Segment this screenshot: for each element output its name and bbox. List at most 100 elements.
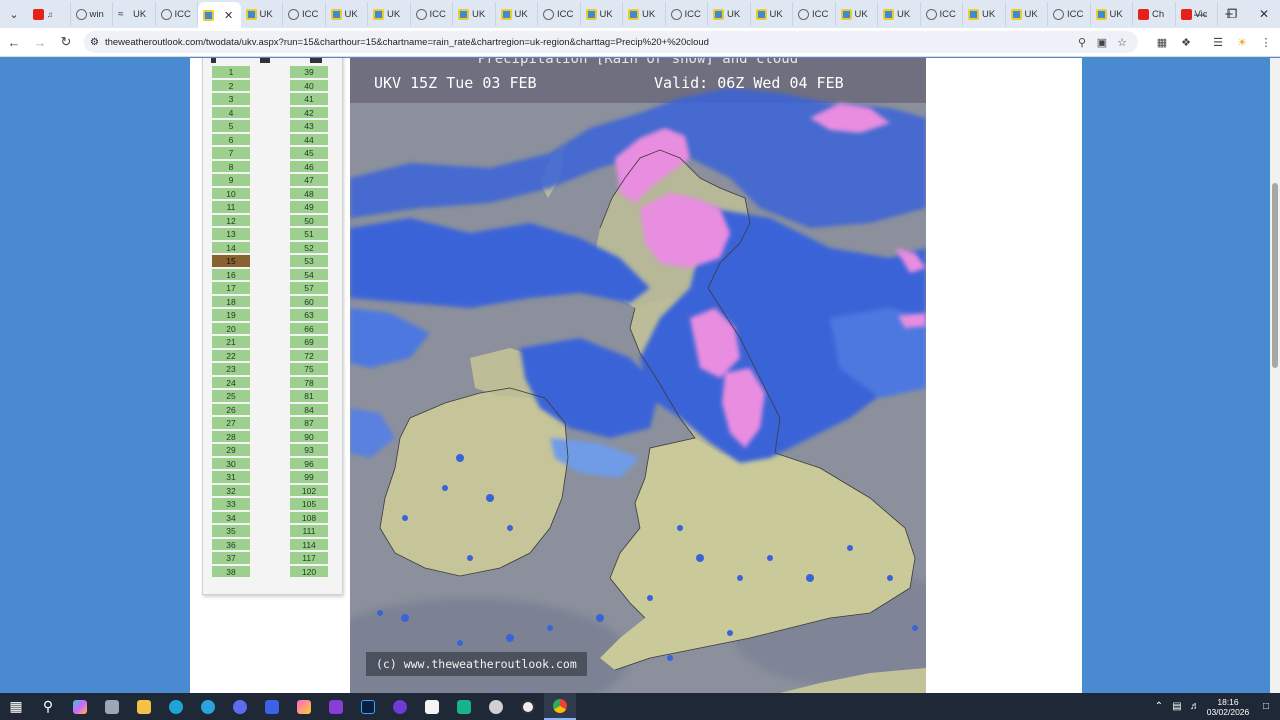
hour-link[interactable]: 32 <box>211 483 251 497</box>
browser-tab[interactable]: ICC <box>921 2 963 26</box>
back-button[interactable]: ← <box>2 30 26 54</box>
browser-tab[interactable]: ICC <box>793 2 836 26</box>
tab-search-chevron-icon[interactable]: ⌄ <box>0 0 28 28</box>
clipchamp-icon[interactable] <box>320 693 352 720</box>
hour-link[interactable]: 11 <box>211 200 251 214</box>
hour-link[interactable]: 44 <box>289 132 329 146</box>
browser-tab[interactable]: ICC <box>411 2 453 26</box>
hour-link[interactable]: 33 <box>211 497 251 511</box>
telegram-icon[interactable] <box>192 693 224 720</box>
hour-link[interactable]: 51 <box>289 227 329 241</box>
browser-tab[interactable]: UK <box>751 2 793 26</box>
browser-tab[interactable]: ≈ UK <box>113 2 156 26</box>
hour-link[interactable]: 46 <box>289 159 329 173</box>
install-app-icon[interactable]: ▣ <box>1092 36 1112 49</box>
hour-link[interactable]: 81 <box>289 389 329 403</box>
hour-link[interactable]: 72 <box>289 348 329 362</box>
hour-link[interactable]: 47 <box>289 173 329 187</box>
hour-link[interactable]: 24 <box>211 375 251 389</box>
hour-link[interactable]: 43 <box>289 119 329 133</box>
hour-link[interactable]: 96 <box>289 456 329 470</box>
hour-link[interactable]: 117 <box>289 551 329 565</box>
hour-link[interactable]: 120 <box>289 564 329 578</box>
hour-link[interactable]: 36 <box>211 537 251 551</box>
chevron-up-icon[interactable]: ⌃ <box>1150 701 1168 712</box>
browser-tab[interactable]: Ch <box>1133 2 1176 26</box>
network-icon[interactable]: ▤ <box>1168 701 1186 712</box>
start-windows-icon[interactable]: ▦ <box>0 693 32 720</box>
hour-link[interactable]: 5 <box>211 119 251 133</box>
photos-icon[interactable] <box>288 693 320 720</box>
weather-app-icon[interactable] <box>480 693 512 720</box>
search-icon[interactable]: ⚲ <box>32 693 64 720</box>
malwarebytes-icon[interactable] <box>256 693 288 720</box>
hour-link[interactable]: 40 <box>289 78 329 92</box>
camera-app-icon[interactable] <box>448 693 480 720</box>
hour-link[interactable]: 19 <box>211 308 251 322</box>
hour-link[interactable]: 105 <box>289 497 329 511</box>
hour-link[interactable]: 31 <box>211 470 251 484</box>
hour-link[interactable]: 10 <box>211 186 251 200</box>
hour-link[interactable]: 2 <box>211 78 251 92</box>
browser-tab[interactable]: UK <box>878 2 921 26</box>
hour-link[interactable]: 78 <box>289 375 329 389</box>
hour-link[interactable]: 53 <box>289 254 329 268</box>
hour-link[interactable]: 7 <box>211 146 251 160</box>
zoom-icon[interactable]: ⚲ <box>1072 36 1092 49</box>
notification-icon[interactable]: □ <box>1252 701 1280 712</box>
hour-link[interactable]: 111 <box>289 524 329 538</box>
hour-link[interactable]: 37 <box>211 551 251 565</box>
hour-link[interactable]: 102 <box>289 483 329 497</box>
restore-button[interactable]: ❐ <box>1216 0 1248 28</box>
chrome-icon[interactable] <box>544 693 576 720</box>
browser-tab[interactable]: UK <box>1006 2 1048 26</box>
browser-tab[interactable]: UK <box>326 2 368 26</box>
photoshop-icon[interactable] <box>352 693 384 720</box>
volume-icon[interactable]: ♬ <box>1186 701 1204 712</box>
hour-link[interactable]: 25 <box>211 389 251 403</box>
browser-tab[interactable]: UK <box>241 2 283 26</box>
browser-tab[interactable]: ICC <box>538 2 581 26</box>
hour-link[interactable]: 3 <box>211 92 251 106</box>
hour-link[interactable]: 52 <box>289 240 329 254</box>
hour-link[interactable]: 75 <box>289 362 329 376</box>
hour-link[interactable]: 84 <box>289 402 329 416</box>
page-scrollbar[interactable] <box>1270 58 1280 693</box>
browser-tab[interactable]: UK <box>836 2 878 26</box>
hour-link[interactable]: 50 <box>289 213 329 227</box>
browser-tab[interactable]: UK <box>453 2 496 26</box>
hour-link[interactable]: 93 <box>289 443 329 457</box>
hour-link[interactable]: 38 <box>211 564 251 578</box>
hour-link[interactable]: 66 <box>289 321 329 335</box>
browser-tab[interactable]: ICC <box>283 2 326 26</box>
hour-link[interactable]: 18 <box>211 294 251 308</box>
hour-link[interactable]: 17 <box>211 281 251 295</box>
hour-link[interactable]: 34 <box>211 510 251 524</box>
browser-tab[interactable]: ♫ <box>28 2 71 26</box>
browser-tab[interactable]: ICC <box>1048 2 1091 26</box>
hour-link[interactable]: 45 <box>289 146 329 160</box>
hour-link[interactable]: 42 <box>289 105 329 119</box>
hour-link[interactable]: 23 <box>211 362 251 376</box>
hour-link[interactable]: 41 <box>289 92 329 106</box>
hour-link[interactable]: 29 <box>211 443 251 457</box>
hour-link[interactable]: 35 <box>211 524 251 538</box>
hour-link[interactable]: 27 <box>211 416 251 430</box>
soccer-ball-icon[interactable] <box>512 693 544 720</box>
hour-link[interactable]: 8 <box>211 159 251 173</box>
url-text[interactable]: theweatheroutlook.com/twodata/ukv.aspx?r… <box>105 37 1072 48</box>
browser-tab[interactable]: ICC <box>156 2 198 26</box>
forward-button[interactable]: → <box>28 30 52 54</box>
app-circle-icon[interactable] <box>384 693 416 720</box>
hour-link[interactable]: 6 <box>211 132 251 146</box>
hour-link[interactable]: 48 <box>289 186 329 200</box>
hour-link[interactable]: 63 <box>289 308 329 322</box>
browser-tab[interactable]: UK <box>623 2 666 26</box>
hour-link[interactable]: 28 <box>211 429 251 443</box>
folder-icon[interactable] <box>128 693 160 720</box>
browser-tab[interactable]: UK <box>1091 2 1133 26</box>
scrollbar-thumb[interactable] <box>1272 183 1278 368</box>
browser-tab[interactable]: ICC <box>666 2 708 26</box>
hour-link[interactable]: 26 <box>211 402 251 416</box>
clock[interactable]: 18:16 03/02/2026 <box>1204 697 1252 717</box>
